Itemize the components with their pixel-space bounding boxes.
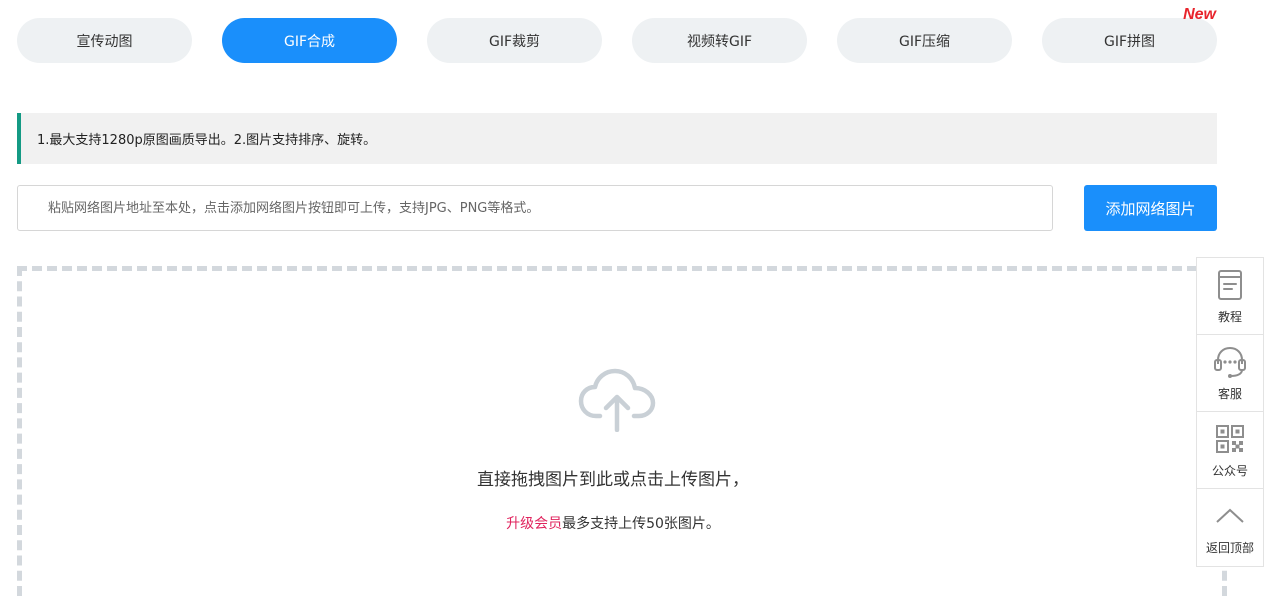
cloud-upload-icon[interactable] <box>578 368 656 432</box>
upgrade-member-link[interactable]: 升级会员 <box>506 516 562 532</box>
sidebar-item-label: 公众号 <box>1211 463 1248 478</box>
tab-video-to-gif[interactable]: 视频转GIF <box>632 18 807 63</box>
headset-icon <box>1214 346 1246 378</box>
document-icon <box>1218 269 1242 300</box>
sidebar-item-back-to-top[interactable]: 返回顶部 <box>1197 489 1263 566</box>
add-web-image-button[interactable]: 添加网络图片 <box>1084 185 1217 231</box>
sidebar-item-label: 教程 <box>1217 309 1242 324</box>
tab-gif-collage-label: GIF拼图 <box>1103 33 1156 50</box>
tab-gif-compose[interactable]: GIF合成 <box>222 18 397 63</box>
sidebar-item-wechat[interactable]: 公众号 <box>1197 412 1263 489</box>
image-url-input[interactable] <box>17 185 1053 231</box>
upload-limit-text: 最多支持上传50张图片。 <box>562 516 720 532</box>
sidebar-item-label: 客服 <box>1217 386 1242 401</box>
chevron-up-icon <box>1216 508 1244 523</box>
notice-text: 1.最大支持1280p原图画质导出。2.图片支持排序、旋转。 <box>37 133 377 148</box>
notice-bar: 1.最大支持1280p原图画质导出。2.图片支持排序、旋转。 <box>17 113 1217 164</box>
floating-sidebar: 教程 客服 公众号 返回顶部 <box>1196 257 1264 567</box>
dropzone-main-text: 直接拖拽图片到此或点击上传图片， <box>477 470 749 490</box>
tab-gif-compress[interactable]: GIF压缩 <box>837 18 1012 63</box>
dropzone-sub-text: 升级会员最多支持上传50张图片。 <box>0 513 1226 533</box>
tab-gif-collage[interactable]: GIF拼图 New <box>1042 6 1217 63</box>
tab-gif-crop[interactable]: GIF裁剪 <box>427 18 602 63</box>
tool-tabs: 宣传动图 GIF合成 GIF裁剪 视频转GIF GIF压缩 GIF拼图 New <box>17 6 1217 63</box>
sidebar-item-support[interactable]: 客服 <box>1197 335 1263 412</box>
sidebar-item-tutorial[interactable]: 教程 <box>1197 258 1263 335</box>
sidebar-item-label: 返回顶部 <box>1205 541 1254 555</box>
new-badge: New <box>1183 6 1216 23</box>
qrcode-icon <box>1216 424 1244 453</box>
tab-promo-gif[interactable]: 宣传动图 <box>17 18 192 63</box>
